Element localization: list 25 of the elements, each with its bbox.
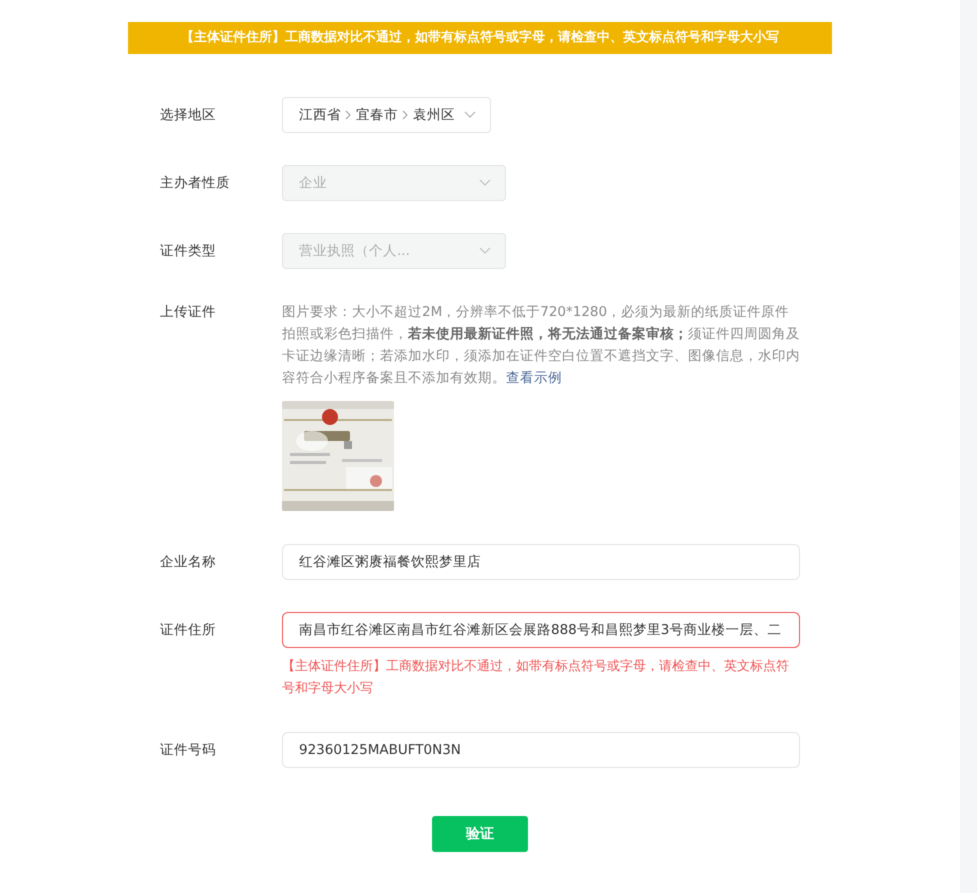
field-label: 证件号码	[160, 741, 217, 760]
input-field[interactable]: 红谷滩区粥赓福餐饮熙梦里店	[282, 544, 800, 580]
example-link[interactable]: 查看示例	[506, 370, 562, 386]
chevron-down-icon	[464, 111, 476, 119]
input-field[interactable]: 南昌市红谷滩区南昌市红谷滩新区会展路888号和昌熙梦里3号商业楼一层、二	[282, 612, 800, 648]
field-label: 证件类型	[160, 242, 217, 261]
error-message: 【主体证件住所】工商数据对比不通过，如带有标点符号或字母，请检查中、英文标点符号和字母大小写	[282, 658, 790, 698]
region-select[interactable]: 江西省 宜春市 袁州区	[282, 97, 491, 133]
chevron-down-icon	[479, 179, 491, 187]
field-label: 选择地区	[160, 106, 217, 125]
input-field[interactable]: 92360125MABUFT0N3N	[282, 732, 800, 768]
field-label: 企业名称	[160, 553, 217, 572]
select-value: 企业	[299, 174, 327, 192]
region-name: 宜春市	[356, 106, 398, 124]
region-name: 袁州区	[413, 106, 455, 124]
upload-requirements: 图片要求：大小不超过2M，分辨率不低于720*1280，必须为最新的纸质证件原件拍照或彩色扫描件，若未使用最新证件照，将无法通过备案审核；须证件四周圆角及卡证边缘清晰；若添加水印，须添加在证件空白位置不遮挡文字、图像信息，水印内容符合小程序备案且不添加有效期。查看示例	[282, 303, 800, 388]
error-banner: 【主体证件住所】工商数据对比不通过，如带有标点符号或字母，请检查中、英文标点符号和字母大小写	[128, 22, 832, 54]
select-value: 营业执照（个人...	[299, 242, 410, 260]
chevron-right-icon	[402, 110, 409, 120]
chevron-right-icon	[345, 110, 352, 120]
field-label: 证件住所	[160, 621, 217, 640]
field-label: 主办者性质	[160, 174, 231, 193]
region-name: 江西省	[299, 106, 341, 124]
field-label: 上传证件	[160, 303, 217, 322]
chevron-down-icon	[479, 247, 491, 255]
